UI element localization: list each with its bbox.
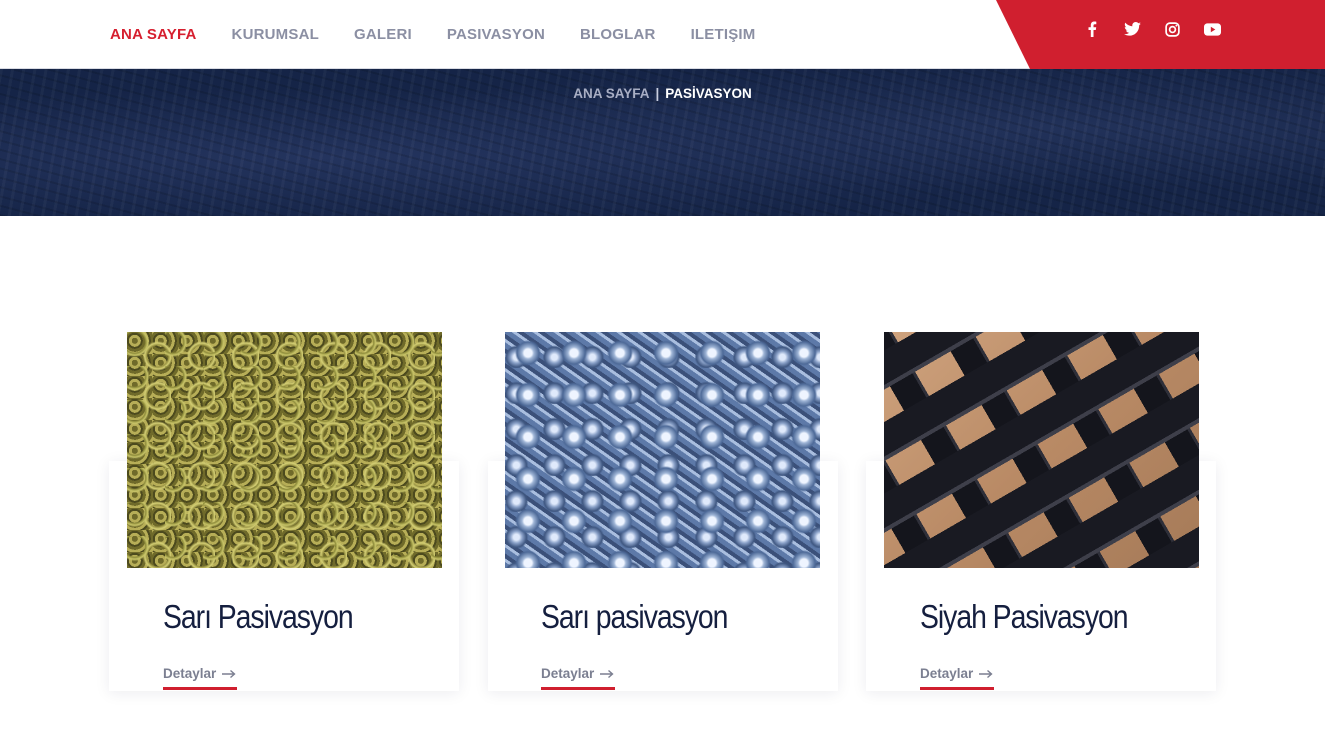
details-underline: [541, 687, 615, 690]
bolts-image[interactable]: [505, 332, 820, 568]
details-link[interactable]: Detaylar: [541, 666, 614, 681]
breadcrumb: ANA SAYFA | PASİVASYON: [0, 86, 1325, 101]
twitter-icon[interactable]: [1120, 17, 1144, 41]
details-link[interactable]: Detaylar: [163, 666, 236, 681]
card-title[interactable]: Sarı Pasivasyon: [163, 598, 354, 636]
nav-item-ana-sayfa[interactable]: ANA SAYFA: [110, 26, 197, 43]
nav-item-iletisim[interactable]: ILETIŞIM: [691, 26, 756, 43]
nav-item-pasivasyon[interactable]: PASIVASYON: [447, 26, 545, 43]
nav-item-kurumsal[interactable]: KURUMSAL: [232, 26, 319, 43]
chain-image[interactable]: [127, 332, 442, 568]
breadcrumb-separator: |: [655, 86, 660, 101]
youtube-icon[interactable]: [1200, 17, 1224, 41]
breadcrumb-home[interactable]: ANA SAYFA: [573, 86, 649, 101]
social-links: [1080, 17, 1224, 41]
facebook-icon[interactable]: [1080, 17, 1104, 41]
arrow-right-icon: [979, 669, 993, 678]
nav-item-bloglar[interactable]: BLOGLAR: [580, 26, 656, 43]
arrow-right-icon: [222, 669, 236, 678]
details-underline: [920, 687, 994, 690]
site-header: ANA SAYFA KURUMSAL GALERI PASIVASYON BLO…: [0, 0, 1325, 69]
card-title[interactable]: Sarı pasivasyon: [541, 598, 728, 636]
details-link-label: Detaylar: [163, 666, 217, 681]
instagram-icon[interactable]: [1160, 17, 1184, 41]
nav-item-galeri[interactable]: GALERI: [354, 26, 412, 43]
details-link[interactable]: Detaylar: [920, 666, 993, 681]
breadcrumb-current: PASİVASYON: [665, 86, 752, 101]
main-nav: ANA SAYFA KURUMSAL GALERI PASIVASYON BLO…: [110, 0, 791, 69]
page-banner: ANA SAYFA | PASİVASYON: [0, 69, 1325, 216]
black-parts-image[interactable]: [884, 332, 1199, 568]
details-link-label: Detaylar: [541, 666, 595, 681]
arrow-right-icon: [600, 669, 614, 678]
card-title[interactable]: Siyah Pasivasyon: [920, 598, 1129, 636]
details-link-label: Detaylar: [920, 666, 974, 681]
details-underline: [163, 687, 237, 690]
